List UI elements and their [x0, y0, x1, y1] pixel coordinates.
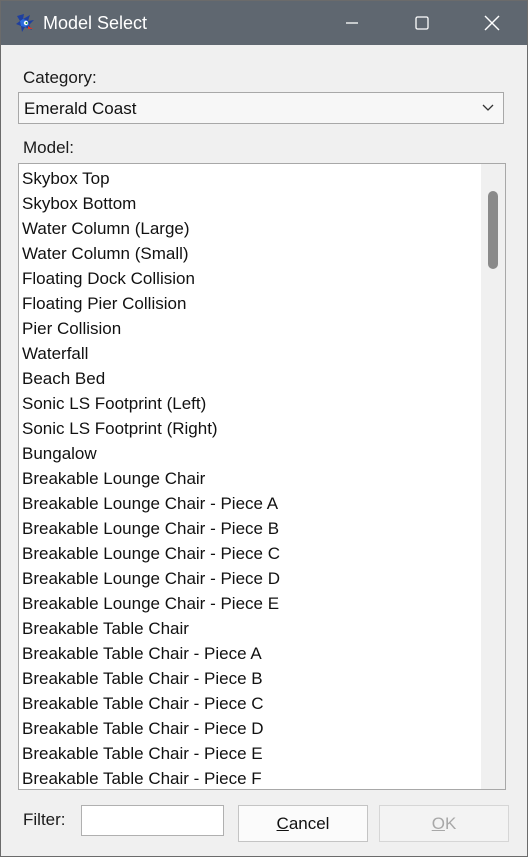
list-item[interactable]: Skybox Bottom [19, 191, 479, 216]
cancel-button[interactable]: Cancel [238, 805, 368, 842]
model-list[interactable]: Skybox Top Skybox Bottom Water Column (Lar… [18, 163, 506, 790]
app-icon [16, 14, 34, 32]
maximize-icon [415, 16, 429, 30]
ok-button[interactable]: OK [379, 805, 509, 842]
list-item[interactable]: Floating Pier Collision [19, 291, 479, 316]
list-item[interactable]: Breakable Lounge Chair - Piece B [19, 516, 479, 541]
list-item[interactable]: Breakable Table Chair [19, 616, 479, 641]
list-item[interactable]: Water Column (Large) [19, 216, 479, 241]
model-list-items: Skybox Top Skybox Bottom Water Column (Lar… [19, 166, 479, 789]
list-item[interactable]: Floating Dock Collision [19, 266, 479, 291]
list-item[interactable]: Breakable Lounge Chair [19, 466, 479, 491]
filter-input[interactable] [81, 805, 224, 836]
chevron-down-icon [482, 104, 494, 111]
model-list-scrollbar[interactable] [481, 164, 505, 789]
cancel-button-label: Cancel [276, 814, 330, 833]
list-item[interactable]: Breakable Table Chair - Piece B [19, 666, 479, 691]
list-item[interactable]: Pier Collision [19, 316, 479, 341]
list-item[interactable]: Breakable Table Chair - Piece D [19, 716, 479, 741]
list-item[interactable]: Beach Bed [19, 366, 479, 391]
list-item[interactable]: Skybox Top [19, 166, 479, 191]
list-item[interactable]: Breakable Table Chair - Piece C [19, 691, 479, 716]
maximize-button[interactable] [387, 1, 457, 45]
list-item[interactable]: Breakable Lounge Chair - Piece D [19, 566, 479, 591]
list-item[interactable]: Water Column (Small) [19, 241, 479, 266]
close-icon [484, 15, 500, 31]
filter-label: Filter: [23, 810, 66, 829]
model-label: Model: [23, 138, 75, 157]
list-item[interactable]: Breakable Table Chair - Piece A [19, 641, 479, 666]
list-item[interactable]: Breakable Lounge Chair - Piece C [19, 541, 479, 566]
minimize-button[interactable] [317, 1, 387, 45]
minimize-icon [346, 22, 358, 24]
model-select-window: Model Select Category: Emerald Coast Mod… [0, 0, 528, 857]
category-dropdown[interactable]: Emerald Coast [18, 92, 504, 124]
list-item[interactable]: Breakable Table Chair - Piece F [19, 766, 479, 789]
list-item[interactable]: Sonic LS Footprint (Right) [19, 416, 479, 441]
category-label: Category: [23, 68, 97, 87]
scrollbar-thumb[interactable] [488, 191, 498, 269]
window-title: Model Select [43, 13, 148, 33]
list-item[interactable]: Bungalow [19, 441, 479, 466]
title-bar[interactable]: Model Select [1, 1, 527, 45]
list-item[interactable]: Breakable Table Chair - Piece E [19, 741, 479, 766]
list-item[interactable]: Breakable Lounge Chair - Piece A [19, 491, 479, 516]
ok-button-label: OK [431, 814, 457, 833]
list-item[interactable]: Waterfall [19, 341, 479, 366]
category-selected-value: Emerald Coast [24, 99, 137, 118]
close-button[interactable] [457, 1, 527, 45]
list-item[interactable]: Sonic LS Footprint (Left) [19, 391, 479, 416]
list-item[interactable]: Breakable Lounge Chair - Piece E [19, 591, 479, 616]
